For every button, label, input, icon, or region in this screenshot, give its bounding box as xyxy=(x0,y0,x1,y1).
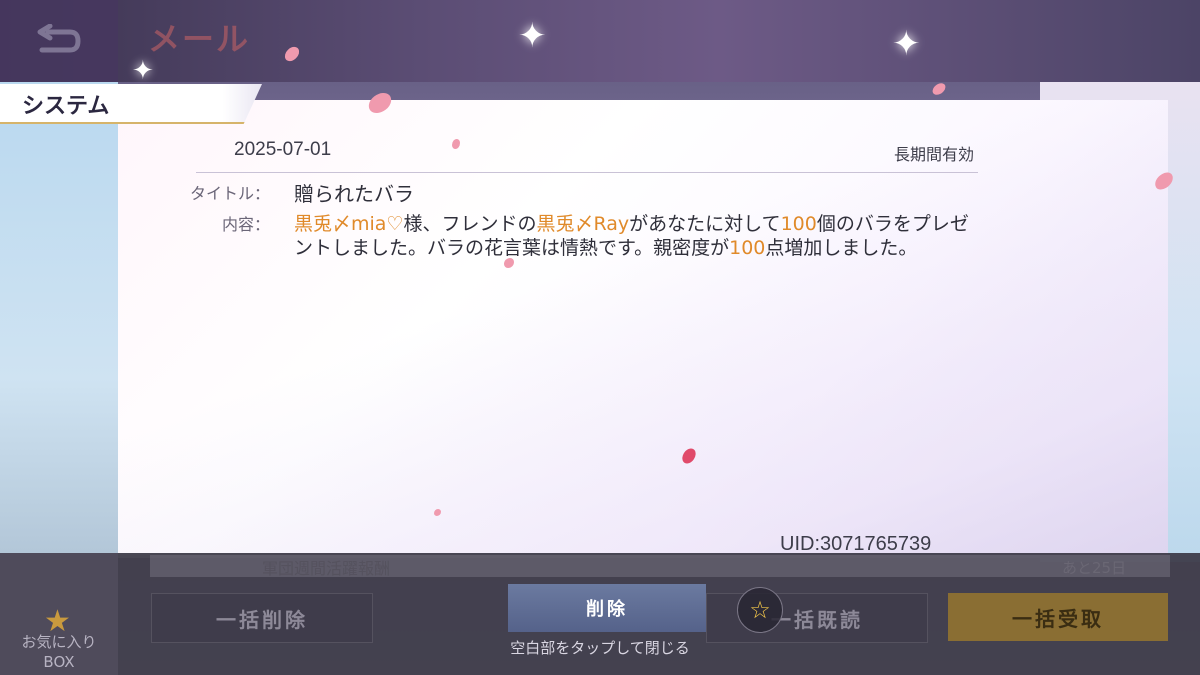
card-sheen xyxy=(118,100,1168,558)
favorites-label-line2: BOX xyxy=(43,653,75,671)
favorites-label-line1: お気に入り xyxy=(21,633,97,651)
body-label: 内容： xyxy=(221,215,270,234)
sparkle-decoration: ✦ xyxy=(518,16,547,56)
favorites-box-label: お気に入り BOX xyxy=(0,632,118,672)
delete-button[interactable]: 削除 xyxy=(508,584,706,632)
mail-title: 贈られたバラ xyxy=(294,182,414,206)
list-item-title: 軍団週間活躍報酬 xyxy=(262,559,391,578)
body-text-4: 点増加しました。 xyxy=(765,237,918,259)
mail-body: 黒兎〆mia♡様、フレンドの黒兎〆Rayがあなたに対して100個のバラをプレゼン… xyxy=(294,212,984,260)
body-text-2: があなたに対して xyxy=(629,213,781,235)
mail-date: 2025-07-01 xyxy=(234,139,332,160)
divider xyxy=(196,172,978,173)
mail-validity: 長期間有効 xyxy=(893,145,974,164)
page-title: メール xyxy=(148,20,251,58)
bulk-receive-button[interactable]: 一括受取 xyxy=(948,593,1168,641)
sender-name: 黒兎〆mia♡ xyxy=(294,213,404,235)
title-label: タイトル： xyxy=(189,184,270,203)
bulk-delete-button[interactable]: 一括削除 xyxy=(151,593,373,643)
sparkle-decoration: ✦ xyxy=(132,56,154,86)
list-item-remaining: あと25日 xyxy=(1062,559,1127,577)
tab-system-label: システム xyxy=(22,93,110,118)
friend-name: 黒兎〆Ray xyxy=(536,213,630,235)
star-outline-icon: ☆ xyxy=(749,596,771,624)
back-button[interactable] xyxy=(0,0,118,82)
mail-screen: メール システム 2025-07-01 長期間有効 タイトル： 贈られたバラ 内… xyxy=(0,0,1200,675)
body-text-1: 様、フレンドの xyxy=(403,213,537,235)
rose-count: 100 xyxy=(780,213,817,235)
intimacy-value: 100 xyxy=(729,237,766,259)
petal-decoration xyxy=(930,80,948,98)
favorite-button[interactable]: ☆ xyxy=(737,587,783,633)
close-hint[interactable]: 空白部をタップして閉じる xyxy=(440,637,760,658)
back-arrow-icon xyxy=(37,24,81,53)
sparkle-decoration: ✦ xyxy=(892,24,921,64)
